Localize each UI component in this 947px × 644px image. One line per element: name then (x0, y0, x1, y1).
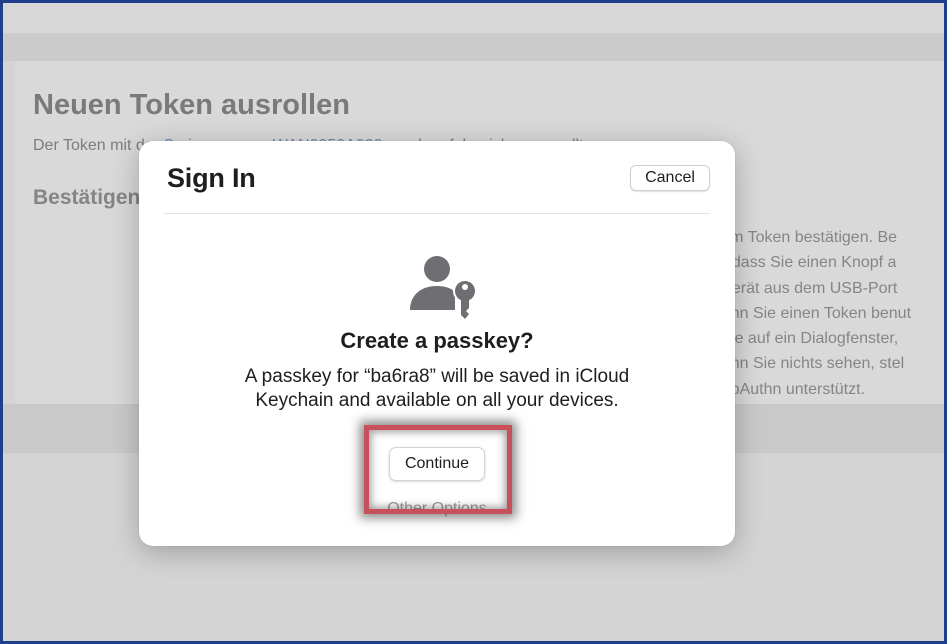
instruction-line: n Sie auf ein Dialogfenster, (707, 330, 899, 348)
sign-in-dialog: Sign In Cancel Create a passkey? A passk… (139, 141, 735, 546)
page-header-band (3, 33, 944, 61)
person-key-icon (410, 256, 477, 319)
other-options-link[interactable]: Other Options (139, 500, 735, 518)
continue-button[interactable]: Continue (389, 447, 485, 481)
dialog-divider (164, 213, 710, 214)
description-line: A passkey for “ba6ra8” will be saved in … (244, 366, 630, 387)
instruction-line: R., dass Sie einen Knopf a (707, 254, 897, 272)
browser-top-strip (3, 3, 944, 33)
dialog-description: A passkey for “ba6ra8” will be saved in … (199, 365, 675, 413)
instruction-paragraph: hrem Token bestätigen. Be R., dass Sie e… (707, 225, 944, 402)
dialog-heading: Create a passkey? (340, 328, 534, 353)
dialog-title: Sign In (167, 163, 256, 193)
description-line: Keychain and available on all your devic… (255, 390, 619, 411)
instruction-line: hrem Token bestätigen. Be (707, 229, 898, 246)
section-heading: Bestätigen (33, 186, 141, 209)
instruction-line: Wenn Sie einen Token benut (707, 304, 912, 322)
instruction-line: WebAuthn unterstützt. (707, 380, 866, 398)
page-title: Neuen Token ausrollen (33, 89, 350, 121)
cancel-button[interactable]: Cancel (630, 165, 710, 191)
instruction-line: s Gerät aus dem USB-Port (707, 279, 898, 297)
instruction-line: Wenn Sie nichts sehen, stel (707, 355, 905, 373)
